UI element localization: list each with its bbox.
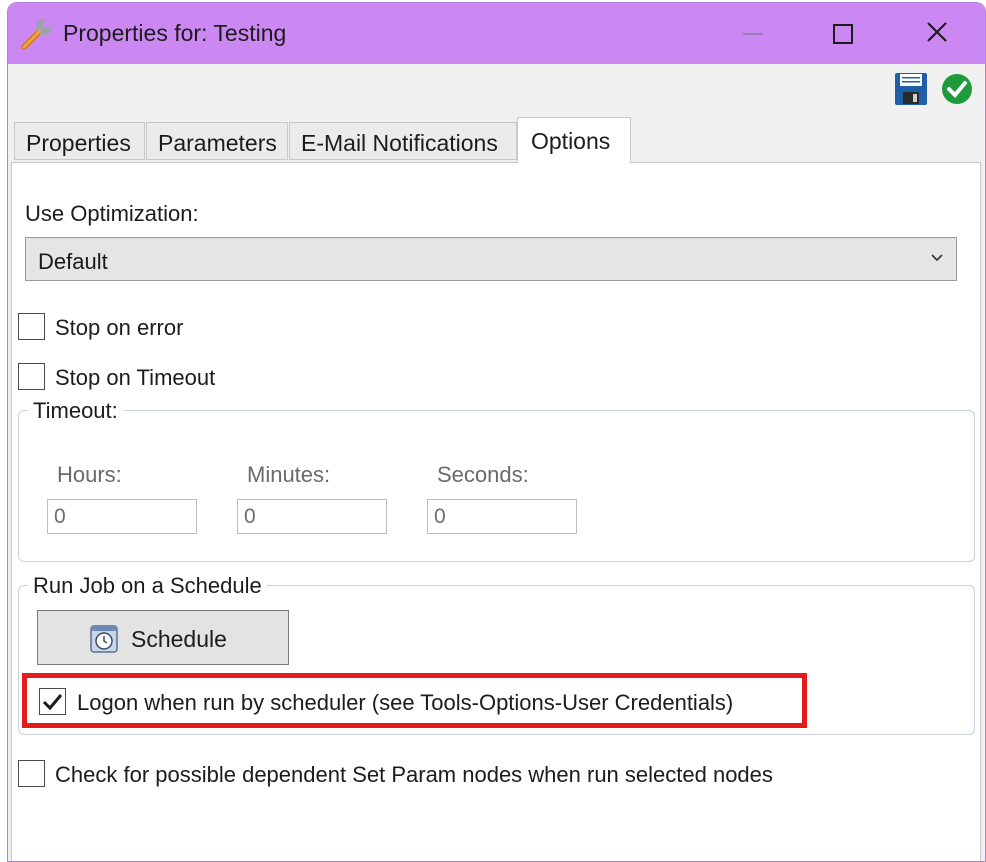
- maximize-icon: [833, 24, 853, 44]
- schedule-group-title: Run Job on a Schedule: [28, 573, 267, 599]
- optimization-value: Default: [38, 249, 108, 274]
- wrench-icon: [21, 19, 52, 50]
- window-title: Properties for: Testing: [63, 20, 287, 46]
- schedule-button[interactable]: Schedule: [37, 610, 289, 665]
- minutes-input[interactable]: 0: [237, 499, 387, 534]
- minimize-button[interactable]: [696, 3, 789, 64]
- minimize-icon: [743, 33, 763, 35]
- seconds-input[interactable]: 0: [427, 499, 577, 534]
- hours-label: Hours:: [57, 462, 122, 487]
- stop-on-timeout-label: Stop on Timeout: [55, 365, 216, 390]
- save-floppy-icon[interactable]: [894, 72, 928, 106]
- check-dependent-checkbox[interactable]: [18, 760, 45, 787]
- maximize-button[interactable]: [796, 3, 889, 64]
- logon-scheduler-checkbox[interactable]: [39, 688, 66, 715]
- checkmark-icon: [42, 694, 63, 711]
- check-dependent-label: Check for possible dependent Set Param n…: [55, 762, 773, 787]
- clock-icon: [90, 625, 118, 653]
- tab-parameters[interactable]: Parameters: [146, 122, 288, 160]
- chevron-down-icon: [931, 254, 943, 262]
- logon-scheduler-label: Logon when run by scheduler (see Tools-O…: [77, 690, 734, 715]
- hours-input[interactable]: 0: [47, 499, 197, 534]
- title-bar[interactable]: Properties for: Testing: [8, 3, 985, 64]
- seconds-label: Seconds:: [437, 462, 529, 487]
- close-button[interactable]: [890, 3, 983, 64]
- schedule-button-label: Schedule: [131, 626, 227, 652]
- stop-on-error-checkbox[interactable]: [18, 313, 45, 340]
- tab-properties[interactable]: Properties: [14, 122, 145, 160]
- optimization-label: Use Optimization:: [25, 201, 199, 226]
- close-icon: [927, 22, 947, 42]
- stop-on-error-label: Stop on error: [55, 315, 184, 340]
- checkmark-ok-icon[interactable]: [940, 72, 974, 106]
- stop-on-timeout-checkbox[interactable]: [18, 363, 45, 390]
- minutes-label: Minutes:: [247, 462, 331, 487]
- tab-email-notifications[interactable]: E-Mail Notifications: [289, 122, 517, 160]
- timeout-group-title: Timeout:: [28, 398, 123, 424]
- tab-options[interactable]: Options: [517, 117, 631, 163]
- optimization-select[interactable]: Default: [25, 237, 957, 281]
